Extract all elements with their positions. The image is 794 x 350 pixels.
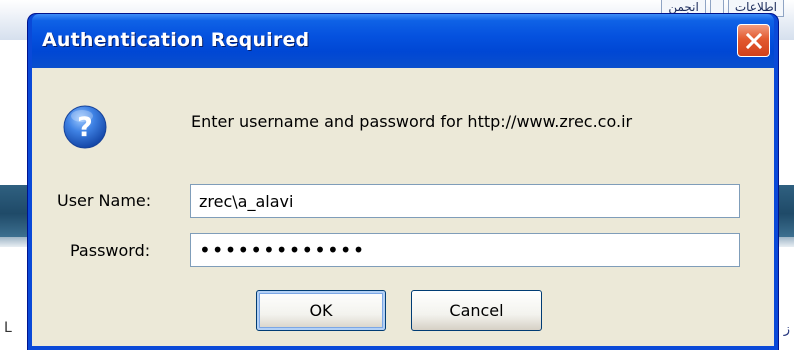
close-icon [745, 32, 762, 49]
background-text: ز [783, 322, 790, 337]
svg-text:?: ? [77, 112, 93, 143]
ok-button[interactable]: OK [256, 290, 386, 331]
dialog-body: ? Enter username and password for http:/… [32, 68, 774, 346]
username-label: User Name: [57, 191, 152, 210]
dialog-title: Authentication Required [42, 29, 310, 51]
cancel-button[interactable]: Cancel [411, 290, 542, 331]
dialog-titlebar[interactable]: Authentication Required [32, 14, 774, 68]
prompt-message: Enter username and password for http://w… [191, 112, 633, 131]
password-label: Password: [70, 241, 151, 260]
background-text: L [4, 320, 12, 336]
password-input[interactable] [190, 233, 740, 267]
close-button[interactable] [737, 24, 770, 57]
username-input[interactable] [190, 184, 740, 218]
question-icon: ? [63, 105, 107, 149]
authentication-dialog: Authentication Required ? Enter username… [28, 14, 778, 350]
